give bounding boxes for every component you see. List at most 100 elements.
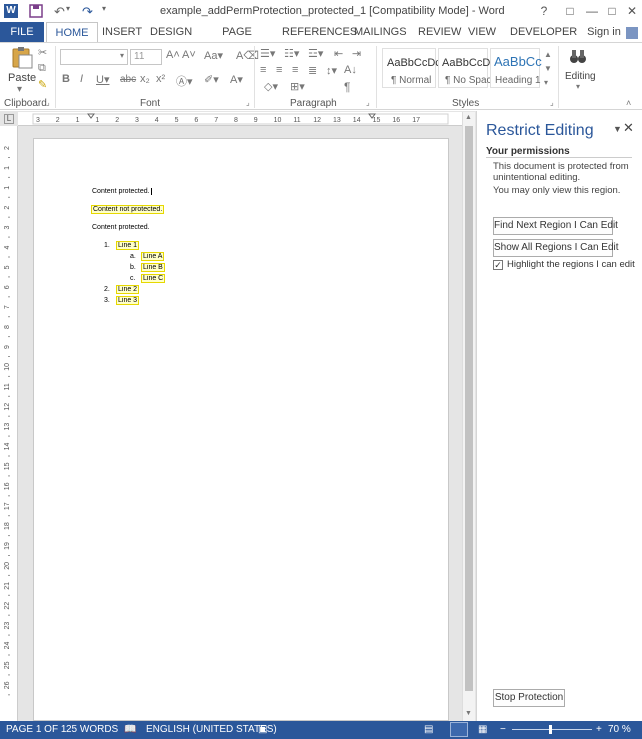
bold-icon[interactable]: B bbox=[62, 73, 70, 85]
styles-launcher-icon[interactable]: ⌟ bbox=[550, 98, 554, 107]
strikethrough-icon[interactable]: abc bbox=[120, 74, 136, 85]
list-item[interactable]: Line 3 bbox=[115, 296, 140, 305]
numbering-icon[interactable]: ☷▾ bbox=[284, 47, 299, 60]
change-case-icon[interactable]: Aa▾ bbox=[204, 49, 223, 62]
bullets-icon[interactable]: ☰▾ bbox=[260, 47, 275, 60]
paste-icon[interactable] bbox=[10, 47, 34, 69]
align-left-icon[interactable]: ≡ bbox=[260, 64, 266, 76]
save-icon[interactable] bbox=[29, 4, 43, 18]
clear-formatting-icon[interactable]: A⌫ bbox=[236, 49, 259, 62]
font-size-box[interactable]: 11 bbox=[130, 49, 162, 65]
font-color-icon[interactable]: A▾ bbox=[230, 73, 243, 86]
paste-dropdown-icon[interactable]: ▾ bbox=[17, 84, 22, 95]
zoom-slider[interactable] bbox=[512, 729, 592, 730]
list-item[interactable]: Line B bbox=[141, 263, 165, 272]
show-all-regions-button[interactable]: Show All Regions I Can Edit bbox=[493, 239, 619, 257]
account-avatar[interactable] bbox=[626, 27, 638, 39]
word-count[interactable]: 25 WORDS bbox=[66, 724, 118, 735]
scroll-down-icon[interactable]: ▼ bbox=[465, 710, 472, 717]
justify-icon[interactable]: ≣ bbox=[308, 64, 317, 77]
web-layout-icon[interactable]: ▦ bbox=[478, 724, 487, 735]
page-count[interactable]: PAGE 1 OF 1 bbox=[6, 724, 66, 735]
zoom-level[interactable]: 70 % bbox=[608, 724, 631, 735]
style-no-spacing[interactable]: AaBbCcDc ¶ No Spac... bbox=[438, 48, 500, 88]
highlight-color-icon[interactable]: ✐▾ bbox=[204, 73, 219, 86]
styles-more-icon[interactable]: ▾ bbox=[544, 78, 548, 87]
collapse-ribbon-icon[interactable]: ˄ bbox=[626, 98, 631, 108]
underline-icon[interactable]: U▾ bbox=[96, 73, 109, 86]
restore-button[interactable]: □ bbox=[604, 3, 620, 19]
help-button[interactable]: ? bbox=[536, 3, 552, 19]
customize-qat-icon[interactable]: ▾ bbox=[102, 4, 116, 18]
pane-options-icon[interactable]: ▼ bbox=[613, 124, 622, 134]
decrease-indent-icon[interactable]: ⇤ bbox=[334, 47, 343, 60]
scroll-thumb[interactable] bbox=[465, 126, 473, 691]
redo-icon[interactable]: ↷ bbox=[82, 4, 96, 19]
scroll-up-icon[interactable]: ▲ bbox=[465, 114, 472, 121]
document-page[interactable]: Content protected. Content not protected… bbox=[33, 138, 449, 721]
list-item[interactable]: Line A bbox=[140, 252, 165, 261]
stop-protection-button[interactable]: Stop Protection bbox=[493, 689, 565, 707]
styles-scroll-down-icon[interactable]: ▼ bbox=[544, 64, 552, 73]
style-heading-1[interactable]: AaBbCc Heading 1 bbox=[490, 48, 542, 88]
text-effects-icon[interactable]: Ⓐ▾ bbox=[176, 73, 193, 89]
line-spacing-icon[interactable]: ↕▾ bbox=[326, 64, 337, 77]
italic-icon[interactable]: I bbox=[80, 73, 83, 85]
increase-indent-icon[interactable]: ⇥ bbox=[352, 47, 361, 60]
tab-page-layout[interactable]: PAGE LAYOUT bbox=[204, 22, 270, 58]
tab-selector-icon[interactable]: L bbox=[4, 114, 14, 124]
paragraph-launcher-icon[interactable]: ⌟ bbox=[366, 98, 370, 107]
style-normal[interactable]: AaBbCcDc ¶ Normal bbox=[382, 48, 441, 88]
subscript-icon[interactable]: x₂ bbox=[140, 73, 150, 85]
paragraph-content-protected-2[interactable]: Content protected. bbox=[92, 224, 150, 231]
tab-references[interactable]: REFERENCES bbox=[282, 22, 357, 42]
zoom-out-icon[interactable]: − bbox=[500, 724, 506, 735]
ribbon-display-button[interactable]: □ bbox=[562, 3, 578, 19]
tab-mailings[interactable]: MAILINGS bbox=[354, 22, 407, 42]
binoculars-icon[interactable] bbox=[568, 46, 588, 66]
shading-icon[interactable]: ◇▾ bbox=[264, 80, 278, 93]
sign-in-link[interactable]: Sign in bbox=[586, 22, 622, 42]
highlight-regions-checkbox[interactable]: ✓ bbox=[493, 260, 503, 270]
tab-view[interactable]: VIEW bbox=[466, 22, 498, 42]
grow-font-icon[interactable]: A˄ bbox=[166, 49, 180, 61]
proofing-icon[interactable]: 📖 bbox=[124, 724, 136, 735]
font-launcher-icon[interactable]: ⌟ bbox=[246, 98, 250, 107]
paste-button[interactable]: Paste bbox=[8, 72, 36, 84]
sort-icon[interactable]: A↓ bbox=[344, 64, 357, 76]
paragraph-content-protected-1[interactable]: Content protected. bbox=[92, 188, 154, 195]
list-item[interactable]: Line C bbox=[140, 274, 166, 283]
list-item[interactable]: Line 2 bbox=[115, 285, 140, 294]
minimize-button[interactable]: — bbox=[584, 3, 600, 19]
vertical-ruler[interactable]: 2 1 1 2 3 4 5 6 7 8 9 10 11 12 13 14 15 16 17 18 19 20 21 22 23 2… bbox=[0, 126, 18, 721]
find-next-region-button[interactable]: Find Next Region I Can Edit bbox=[493, 217, 618, 235]
tab-developer[interactable]: DEVELOPER bbox=[510, 22, 577, 42]
editing-dropdown-icon[interactable]: ▾ bbox=[576, 82, 580, 91]
tab-design[interactable]: DESIGN bbox=[150, 22, 192, 42]
macro-recording-icon[interactable]: ▣ bbox=[258, 724, 267, 735]
zoom-slider-thumb[interactable] bbox=[549, 725, 552, 734]
cut-icon[interactable]: ✂ bbox=[38, 46, 47, 59]
shrink-font-icon[interactable]: A˅ bbox=[182, 49, 196, 61]
borders-icon[interactable]: ⊞▾ bbox=[290, 80, 305, 93]
tab-home[interactable]: HOME bbox=[46, 22, 98, 43]
show-formatting-icon[interactable]: ¶ bbox=[344, 80, 350, 94]
list-item[interactable]: Line 1 bbox=[115, 241, 140, 250]
close-button[interactable]: ✕ bbox=[624, 3, 640, 19]
superscript-icon[interactable]: x² bbox=[156, 73, 165, 85]
align-right-icon[interactable]: ≡ bbox=[292, 64, 298, 76]
font-name-dropdown-icon[interactable]: ▾ bbox=[120, 51, 124, 60]
styles-scroll-up-icon[interactable]: ▲ bbox=[544, 50, 552, 59]
tab-file[interactable]: FILE bbox=[0, 22, 44, 42]
horizontal-ruler[interactable]: 3 2 1 1 2 3 4 5 6 7 8 9 10 11 12 13 14 15 16 17 bbox=[18, 112, 462, 126]
font-name-box[interactable] bbox=[60, 49, 128, 65]
pane-close-icon[interactable]: ✕ bbox=[623, 120, 634, 136]
copy-icon[interactable]: ⧉ bbox=[38, 62, 46, 75]
tab-review[interactable]: REVIEW bbox=[418, 22, 461, 42]
clipboard-launcher-icon[interactable]: ⌟ bbox=[46, 98, 50, 107]
format-painter-icon[interactable]: ✎ bbox=[38, 78, 47, 91]
multilevel-list-icon[interactable]: ☲▾ bbox=[308, 47, 323, 60]
vertical-scrollbar[interactable]: ▲ ▼ bbox=[462, 112, 475, 721]
center-icon[interactable]: ≡ bbox=[276, 64, 282, 76]
undo-dropdown-icon[interactable]: ▾ bbox=[66, 4, 80, 18]
